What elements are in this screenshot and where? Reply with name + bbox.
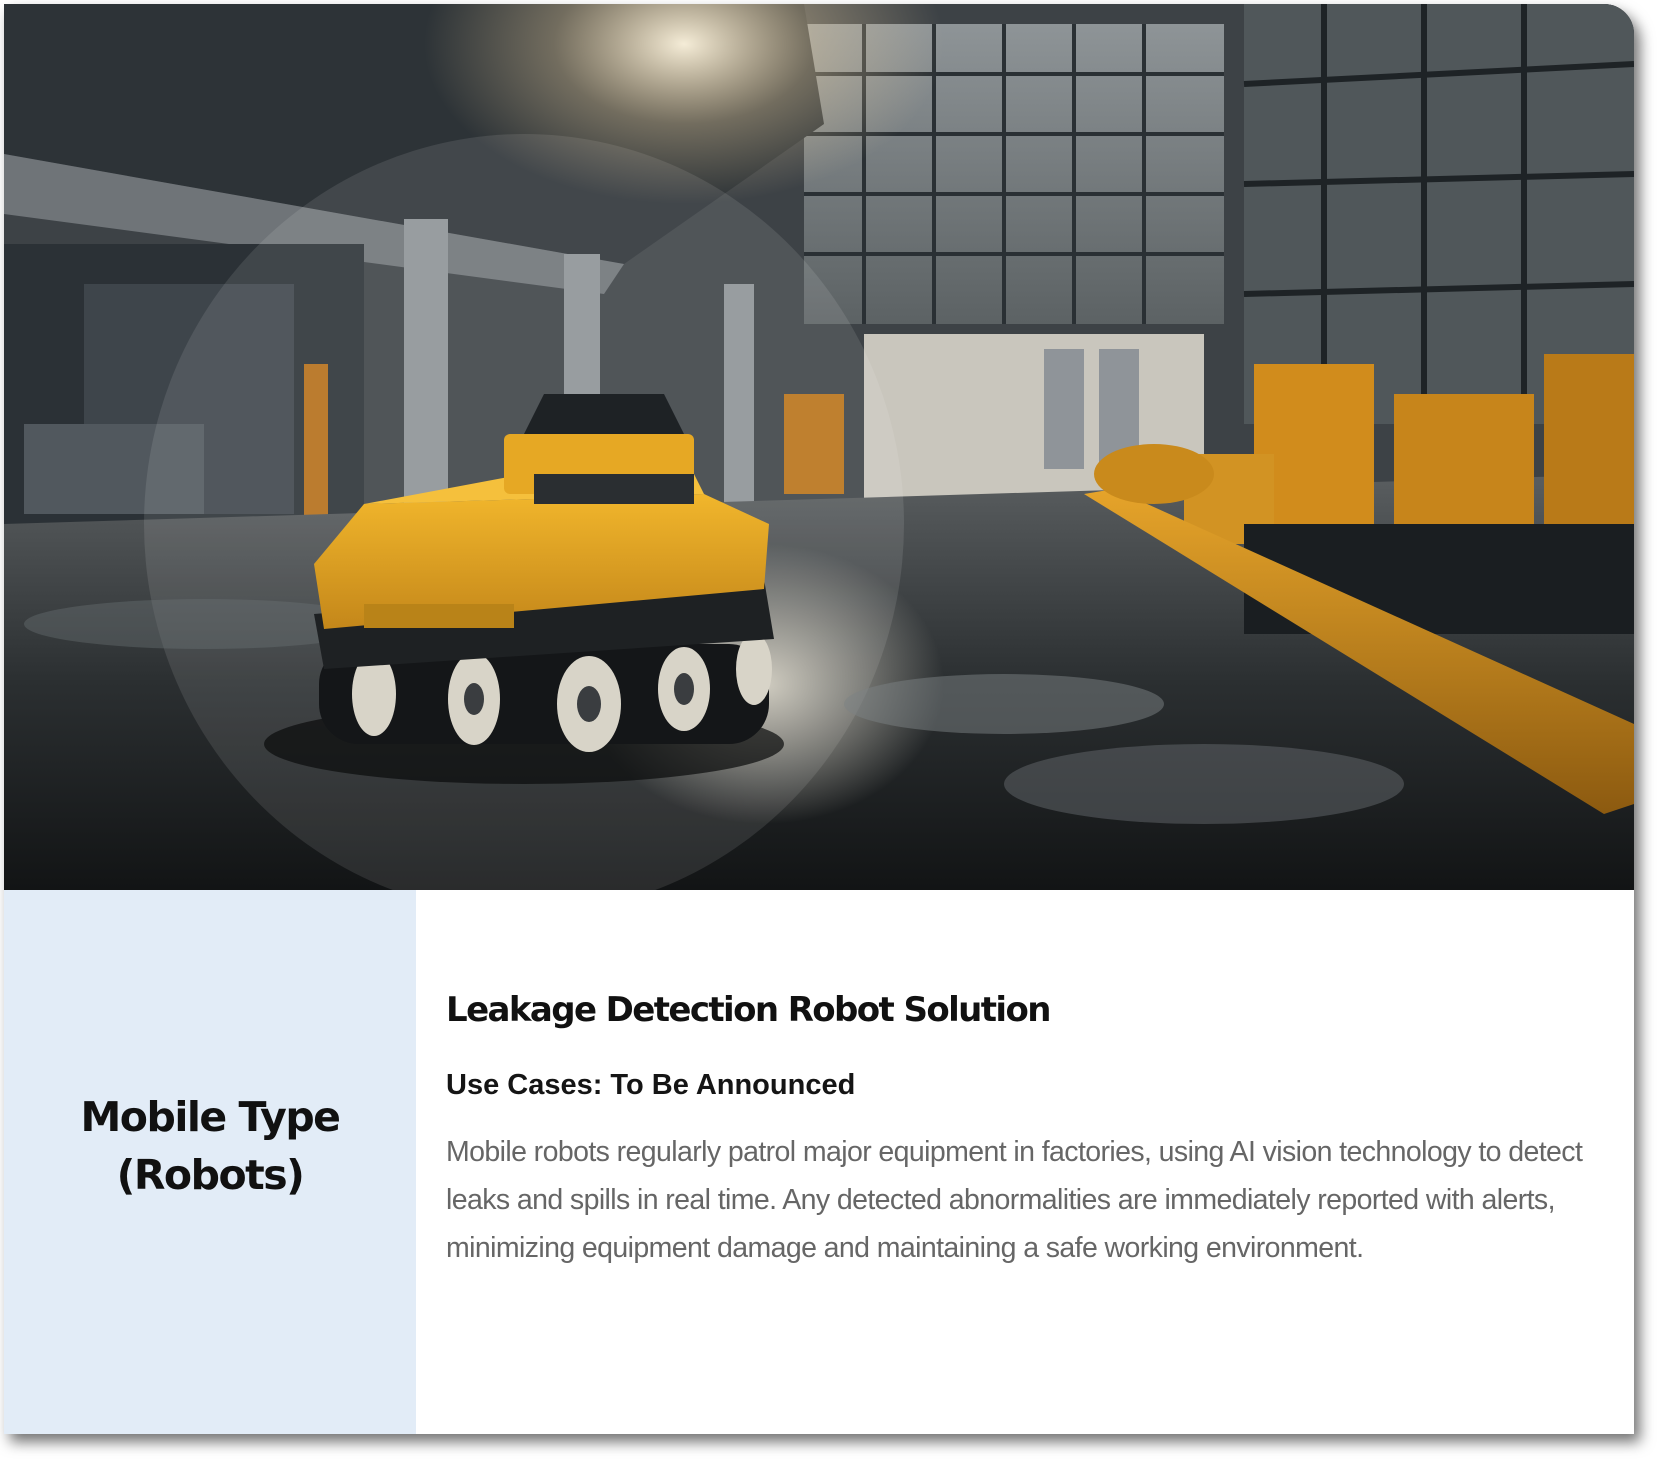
use-cases-label: Use Cases: To Be Announced [446, 1069, 856, 1101]
details-section: Mobile Type (Robots) Leakage Detection R… [4, 890, 1634, 1434]
solution-content: Leakage Detection Robot Solution Use Cas… [446, 990, 1596, 1272]
solution-card: Mobile Type (Robots) Leakage Detection R… [4, 4, 1634, 1434]
hero-image [4, 4, 1634, 890]
category-panel: Mobile Type (Robots) [4, 890, 416, 1434]
solution-description: Mobile robots regularly patrol major equ… [446, 1136, 1583, 1264]
category-title: Mobile Type (Robots) [80, 1093, 342, 1199]
solution-title: Leakage Detection Robot Solution [446, 990, 1051, 1030]
factory-robot-photo-icon [4, 4, 1634, 890]
